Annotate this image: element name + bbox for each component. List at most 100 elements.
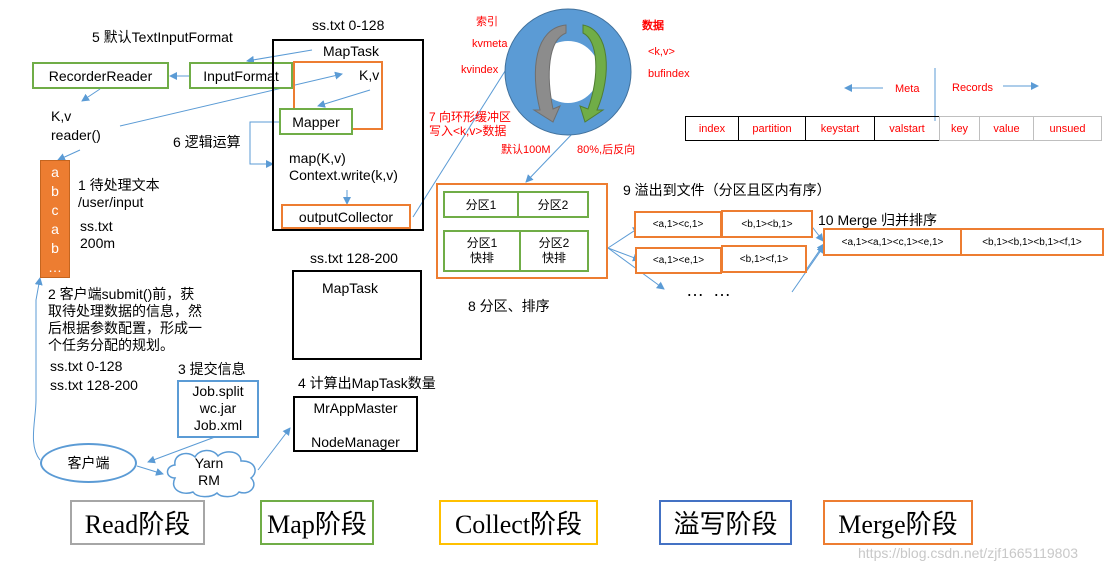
maptask1-title: MapTask bbox=[323, 43, 380, 59]
step8-label: 8 分区、排序 bbox=[468, 298, 550, 314]
rm-label: RM bbox=[198, 472, 220, 488]
ring-buffer bbox=[504, 8, 632, 136]
mapper-label: Mapper bbox=[292, 113, 340, 130]
meta-cell: partition bbox=[738, 116, 806, 141]
yarn-label: Yarn bbox=[194, 455, 224, 471]
legend-label: 溢写阶段 bbox=[673, 510, 778, 539]
watermark: https://blog.csdn.net/zjf1665119803 bbox=[858, 545, 1079, 561]
client-label: 客户端 bbox=[67, 455, 110, 471]
partition-sort-cell: 分区1 快排 bbox=[443, 230, 521, 272]
step4-label: 4 计算出MapTask数量 bbox=[298, 375, 436, 391]
appmaster-box: MrAppMaster NodeManager bbox=[293, 396, 418, 452]
step2-line: 后根据参数配置，形成一 bbox=[48, 320, 202, 336]
step2-line: 取待处理数据的信息，然 bbox=[48, 303, 202, 319]
step10-label: 10 Merge 归并排序 bbox=[818, 212, 938, 228]
record-cell: unsued bbox=[1033, 116, 1102, 141]
meta-cell: keystart bbox=[805, 116, 875, 141]
merge-result-content: <a,1><a,1><c,1><e,1> bbox=[841, 236, 944, 248]
read-kv-label: K,v bbox=[51, 108, 72, 124]
recorder-reader-label: RecorderReader bbox=[48, 67, 153, 84]
spill-file-cell: <a,1><c,1> bbox=[634, 211, 722, 238]
arrow-reader-to-input bbox=[57, 149, 81, 161]
client-node: 客户端 bbox=[40, 443, 137, 483]
recorder-reader-box: RecorderReader bbox=[32, 62, 169, 89]
record-cell: key bbox=[939, 116, 980, 141]
meta-label: Meta bbox=[895, 83, 920, 95]
legend-label: Merge阶段 bbox=[838, 510, 958, 539]
arrow-spill2-to-merge bbox=[805, 243, 825, 271]
arrow-reader-to-kv bbox=[81, 88, 101, 102]
partition-label: 分区2 bbox=[538, 236, 570, 250]
spill-file-cell: <b,1><b,1> bbox=[721, 210, 813, 238]
ring-bufindex-label: bufindex bbox=[648, 68, 690, 80]
step5-label: 5 默认TextInputFormat bbox=[92, 29, 233, 45]
maptask1-split-label: ss.txt 0-128 bbox=[312, 17, 385, 33]
step6-label: 6 逻辑运算 bbox=[173, 134, 241, 150]
step1-title: 1 待处理文本 bbox=[78, 177, 160, 193]
job-file-item: Job.split bbox=[192, 383, 244, 399]
legend-merge-stage: Merge阶段 bbox=[823, 500, 973, 545]
input-char: b bbox=[51, 240, 59, 256]
maptask2-title: MapTask bbox=[322, 280, 379, 296]
partition-sort-cell: 分区2 快排 bbox=[519, 230, 589, 272]
context-write-label: Context.write(k,v) bbox=[289, 167, 398, 183]
reader-call-label: reader() bbox=[51, 127, 101, 143]
step2-line: 个任务分配的规划。 bbox=[48, 337, 174, 353]
spill-file-content: <b,1><f,1> bbox=[739, 253, 789, 265]
arrow-client-to-yarn bbox=[136, 465, 164, 476]
ring-data-arrow-icon bbox=[579, 24, 607, 123]
legend-read-stage: Read阶段 bbox=[70, 500, 205, 545]
merge-result-cell: <a,1><a,1><c,1><e,1> bbox=[823, 228, 962, 256]
record-cell: value bbox=[979, 116, 1034, 141]
step1-size: 200m bbox=[80, 235, 116, 251]
partition-label: 分区1 bbox=[465, 198, 497, 212]
ring-index-title: 索引 bbox=[476, 16, 498, 28]
spill-more-ellipsis: … … bbox=[686, 280, 734, 300]
ring-threshold: 80%,后反向 bbox=[577, 144, 636, 156]
spill-file-content: <b,1><b,1> bbox=[741, 218, 793, 230]
legend-collect-stage: Collect阶段 bbox=[439, 500, 598, 545]
input-char: a bbox=[51, 221, 59, 237]
legend-label: Read阶段 bbox=[84, 510, 191, 539]
job-file-item: Job.xml bbox=[193, 417, 243, 433]
output-collector-box: outputCollector bbox=[281, 204, 411, 229]
records-label: Records bbox=[952, 82, 993, 94]
ring-kvindex-label: kvindex bbox=[461, 64, 499, 76]
partition-label: 分区2 bbox=[537, 198, 569, 212]
ring-default-size: 默认100M bbox=[501, 144, 551, 156]
step1-file: ss.txt bbox=[80, 218, 113, 234]
input-char: c bbox=[51, 202, 59, 218]
input-char: b bbox=[51, 183, 59, 199]
map-call-label: map(K,v) bbox=[289, 150, 346, 166]
maptask1-kv: K,v bbox=[359, 67, 380, 83]
job-file-item: wc.jar bbox=[199, 400, 237, 416]
merge-result-cell: <b,1><b,1><b,1><f,1> bbox=[960, 228, 1104, 256]
legend-spill-stage: 溢写阶段 bbox=[659, 500, 792, 545]
partition-label: 分区1 bbox=[466, 236, 498, 250]
input-char: a bbox=[51, 164, 59, 180]
ring-index-arrow-icon bbox=[532, 24, 567, 123]
partition-cell: 分区2 bbox=[517, 191, 589, 218]
maptask2-split-label: ss.txt 128-200 bbox=[310, 250, 398, 266]
legend-label: Collect阶段 bbox=[454, 510, 583, 539]
spill-file-cell: <b,1><f,1> bbox=[721, 245, 807, 273]
step9-label: 9 溢出到文件（分区且区内有序） bbox=[623, 182, 831, 198]
arrow-client-to-input bbox=[32, 277, 43, 461]
ring-data-title: 数据 bbox=[642, 20, 664, 32]
ring-kv-label: <k,v> bbox=[648, 46, 675, 58]
job-files-box: Job.split wc.jar Job.xml bbox=[177, 380, 259, 438]
step3-label: 3 提交信息 bbox=[178, 361, 246, 377]
input-char: … bbox=[48, 259, 62, 275]
step2-split: ss.txt 0-128 bbox=[50, 358, 123, 374]
mrappmaster-label: MrAppMaster bbox=[313, 400, 398, 416]
step2-line: 2 客户端submit()前，获 bbox=[48, 286, 195, 302]
spill-file-content: <a,1><e,1> bbox=[652, 255, 705, 266]
legend-label: Map阶段 bbox=[267, 510, 367, 539]
meta-cell: valstart bbox=[874, 116, 940, 141]
step7-line2: 写入<k,v>数据 bbox=[429, 124, 507, 138]
input-format-label: InputFormat bbox=[203, 67, 279, 84]
meta-cell: index bbox=[685, 116, 739, 141]
step1-path: /user/input bbox=[78, 194, 144, 210]
ring-kvmeta-label: kvmeta bbox=[472, 38, 508, 50]
step7-line1: 7 向环形缓冲区 bbox=[429, 110, 512, 124]
